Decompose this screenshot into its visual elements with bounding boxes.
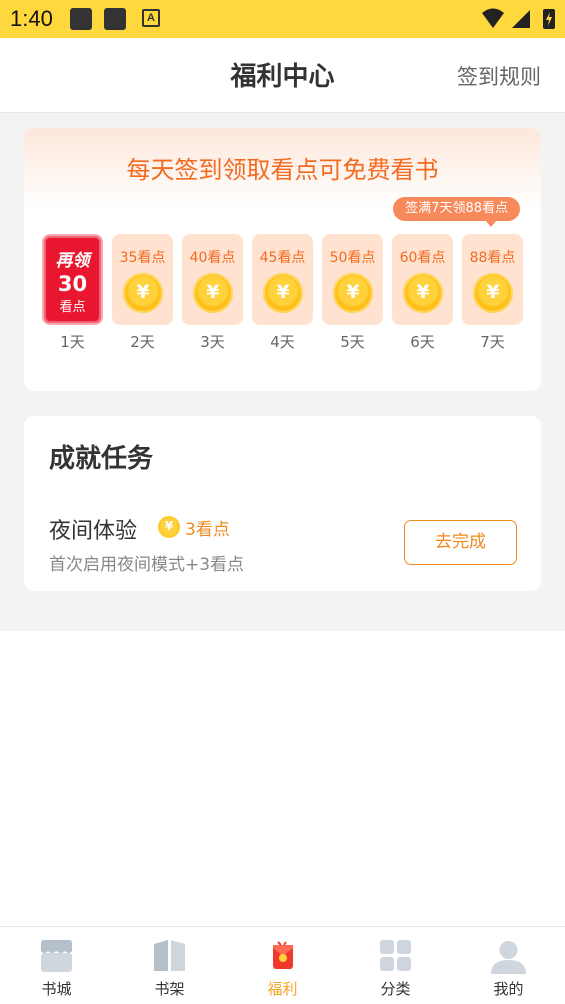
reward-amount: 45看点 bbox=[259, 250, 306, 266]
nav-item-welfare[interactable]: 福利 bbox=[226, 927, 339, 1004]
day-label: 4天 bbox=[270, 333, 295, 351]
wifi-icon bbox=[482, 8, 504, 28]
nav-label: 书城 bbox=[41, 980, 72, 998]
reward-amount: 35看点 bbox=[119, 250, 166, 266]
reward-amount: 50看点 bbox=[329, 250, 376, 266]
coin-icon: ¥ bbox=[193, 273, 233, 313]
reward-box: 45看点 ¥ bbox=[252, 234, 313, 325]
nav-label: 分类 bbox=[380, 980, 411, 998]
reward-amount: 40看点 bbox=[189, 250, 236, 266]
reward-box: 40看点 ¥ bbox=[182, 234, 243, 325]
sign-in-day-6: 60看点 ¥ 6天 bbox=[392, 234, 453, 352]
claimed-reward-box[interactable]: 再领 30 看点 bbox=[42, 234, 103, 325]
sign-in-day-2: 35看点 ¥ 2天 bbox=[112, 234, 173, 352]
grid-icon bbox=[380, 940, 411, 971]
day-label: 7天 bbox=[480, 333, 505, 351]
nav-item-bookshelf[interactable]: 书架 bbox=[113, 927, 226, 1004]
nav-item-bookstore[interactable]: 书城 bbox=[0, 927, 113, 1004]
sign-in-rules-link[interactable]: 签到规则 bbox=[457, 61, 541, 91]
text-a-icon: A bbox=[142, 9, 160, 27]
coin-icon: ¥ bbox=[333, 273, 373, 313]
claim-amount: 30 bbox=[57, 272, 88, 296]
red-envelope-icon bbox=[273, 941, 293, 969]
user-icon bbox=[491, 941, 526, 974]
sign-in-day-5: 50看点 ¥ 5天 bbox=[322, 234, 383, 352]
coin-icon: ¥ bbox=[263, 273, 303, 313]
go-complete-button[interactable]: 去完成 bbox=[404, 520, 517, 565]
nav-label: 书架 bbox=[154, 980, 185, 998]
sign-in-banner-title: 每天签到领取看点可免费看书 bbox=[126, 156, 439, 184]
app-header: 福利中心 签到规则 bbox=[0, 38, 565, 113]
day-label: 1天 bbox=[60, 333, 85, 351]
cellular-signal-icon bbox=[512, 10, 530, 28]
sign-in-day-1[interactable]: 再领 30 看点 1天 bbox=[42, 234, 103, 352]
coin-icon: ¥ bbox=[403, 273, 443, 313]
reward-box: 50看点 ¥ bbox=[322, 234, 383, 325]
coin-icon: ¥ bbox=[158, 516, 180, 538]
task-reward: 3看点 bbox=[185, 520, 230, 540]
reward-box: 88看点 ¥ bbox=[462, 234, 523, 325]
day-label: 5天 bbox=[340, 333, 365, 351]
sign-in-day-7: 88看点 ¥ 7天 bbox=[462, 234, 523, 352]
notification-app-icon bbox=[104, 8, 126, 30]
task-name: 夜间体验 bbox=[49, 519, 138, 544]
claim-again-label: 再领 bbox=[55, 251, 90, 271]
nav-item-profile[interactable]: 我的 bbox=[452, 927, 565, 1004]
bottom-navigation: 书城 书架 福利 分类 我的 bbox=[0, 926, 565, 1004]
nav-item-category[interactable]: 分类 bbox=[339, 927, 452, 1004]
seven-day-tooltip: 签满7天领88看点 bbox=[393, 197, 520, 227]
tasks-section-title: 成就任务 bbox=[49, 444, 154, 474]
day-label: 6天 bbox=[410, 333, 435, 351]
coin-icon: ¥ bbox=[123, 273, 163, 313]
system-status-icons bbox=[482, 8, 555, 29]
coin-icon: ¥ bbox=[473, 273, 513, 313]
reward-amount: 88看点 bbox=[469, 250, 516, 266]
reward-box: 60看点 ¥ bbox=[392, 234, 453, 325]
achievement-tasks-card: 成就任务 夜间体验 ¥ 3看点 首次启用夜间模式+3看点 去完成 bbox=[24, 416, 541, 591]
reward-amount: 60看点 bbox=[399, 250, 446, 266]
nav-label: 我的 bbox=[493, 980, 524, 998]
sign-in-day-4: 45看点 ¥ 4天 bbox=[252, 234, 313, 352]
status-time: 1:40 bbox=[10, 6, 53, 31]
day-label: 2天 bbox=[130, 333, 155, 351]
reward-box: 35看点 ¥ bbox=[112, 234, 173, 325]
claim-unit: 看点 bbox=[59, 300, 86, 315]
book-icon bbox=[154, 940, 185, 971]
notification-app-icon bbox=[70, 8, 92, 30]
sign-in-day-3: 40看点 ¥ 3天 bbox=[182, 234, 243, 352]
day-label: 3天 bbox=[200, 333, 225, 351]
task-description: 首次启用夜间模式+3看点 bbox=[49, 555, 245, 575]
status-bar: 1:40 A bbox=[0, 0, 565, 38]
sign-in-card: 每天签到领取看点可免费看书 签满7天领88看点 再领 30 看点 1天 35看点… bbox=[24, 128, 541, 391]
nav-label: 福利 bbox=[267, 980, 298, 998]
store-icon bbox=[41, 940, 72, 972]
